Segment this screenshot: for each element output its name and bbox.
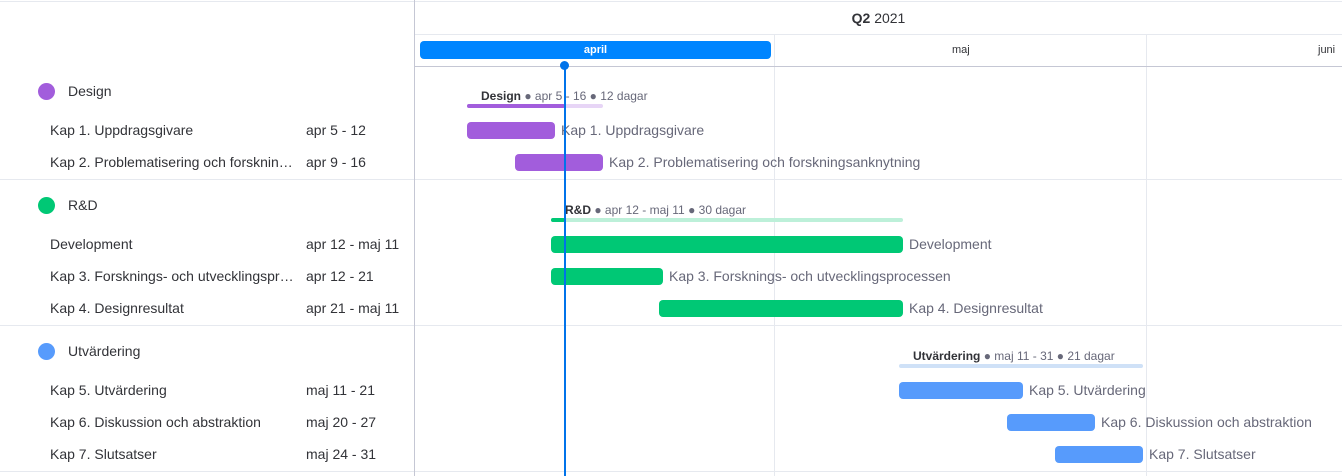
summary-details: ● apr 12 - maj 11 ● 30 dagar bbox=[591, 203, 747, 217]
task-dates: apr 5 - 12 bbox=[306, 122, 366, 138]
task-table: Design Kap 1. Uppdragsgivare apr 5 - 12 … bbox=[0, 0, 414, 476]
task-bar-label: Kap 5. Utvärdering bbox=[1029, 382, 1146, 398]
task-bar-label: Kap 7. Slutsatser bbox=[1149, 446, 1256, 462]
task-bar-label: Kap 1. Uppdragsgivare bbox=[561, 122, 705, 138]
task-dates: maj 24 - 31 bbox=[306, 446, 377, 462]
group-header-design[interactable]: Design bbox=[0, 71, 414, 111]
group-summary-bar[interactable] bbox=[467, 104, 603, 108]
group-color-dot bbox=[38, 342, 55, 360]
table-row[interactable]: Kap 1. Uppdragsgivare apr 5 - 12 bbox=[0, 115, 414, 147]
group-summary-bar[interactable] bbox=[899, 364, 1143, 368]
summary-title: R&D bbox=[565, 203, 591, 217]
quarter-name: Q2 bbox=[851, 10, 871, 26]
group-divider bbox=[415, 471, 1342, 472]
group-divider bbox=[0, 179, 414, 180]
month-gridline bbox=[774, 35, 775, 476]
task-bar[interactable] bbox=[551, 236, 903, 253]
divider bbox=[415, 1, 1342, 2]
group-name: Design bbox=[68, 83, 112, 99]
today-marker-line bbox=[564, 66, 566, 476]
gantt-timeline: Q2 2021 april maj juni Design ● apr 5 - … bbox=[415, 0, 1342, 476]
task-name: Kap 4. Designresultat bbox=[50, 300, 184, 316]
task-bar-label: Kap 6. Diskussion och abstraktion bbox=[1101, 414, 1312, 430]
summary-title: Utvärdering bbox=[913, 349, 981, 363]
task-dates: maj 11 - 21 bbox=[306, 382, 375, 398]
table-row[interactable]: Development apr 12 - maj 11 bbox=[0, 229, 414, 261]
task-name: Kap 3. Forsknings- och utvecklingsproces… bbox=[50, 268, 296, 284]
task-dates: apr 12 - maj 11 bbox=[306, 236, 400, 252]
table-row[interactable]: Kap 3. Forsknings- och utvecklingsproces… bbox=[0, 261, 414, 293]
group-summary-label: Utvärdering ● maj 11 - 31 ● 21 dagar bbox=[913, 349, 1115, 363]
task-bar[interactable] bbox=[467, 122, 555, 139]
task-bar[interactable] bbox=[1007, 414, 1095, 431]
table-row[interactable]: Kap 6. Diskussion och abstraktion maj 20… bbox=[0, 407, 414, 439]
table-row[interactable]: Kap 2. Problematisering och forskningsan… bbox=[0, 147, 414, 179]
month-may[interactable]: maj bbox=[952, 44, 970, 56]
month-june[interactable]: juni bbox=[1318, 44, 1335, 56]
group-color-dot bbox=[38, 196, 55, 214]
task-bar-label: Kap 2. Problematisering och forskningsan… bbox=[609, 154, 921, 170]
group-name: R&D bbox=[68, 197, 98, 213]
task-bar-label: Kap 4. Designresultat bbox=[909, 300, 1043, 316]
today-marker-dot bbox=[560, 61, 569, 70]
table-row[interactable]: Kap 7. Slutsatser maj 24 - 31 bbox=[0, 439, 414, 471]
group-header-rnd[interactable]: R&D bbox=[0, 185, 414, 225]
group-divider bbox=[0, 471, 414, 472]
summary-details: ● apr 5 - 16 ● 12 dagar bbox=[521, 89, 648, 103]
group-name: Utvärdering bbox=[68, 343, 141, 359]
header-divider bbox=[415, 66, 1342, 67]
summary-title: Design bbox=[481, 89, 522, 103]
divider bbox=[415, 34, 1342, 35]
task-bar[interactable] bbox=[659, 300, 903, 317]
task-name: Kap 6. Diskussion och abstraktion bbox=[50, 414, 261, 430]
task-dates: apr 12 - 21 bbox=[306, 268, 374, 284]
task-dates: apr 21 - maj 11 bbox=[306, 300, 400, 316]
month-april-selected[interactable]: april bbox=[420, 41, 771, 59]
group-header-utvardering[interactable]: Utvärdering bbox=[0, 331, 414, 371]
group-divider bbox=[0, 325, 414, 326]
task-bar-label: Development bbox=[909, 236, 992, 252]
task-name: Kap 2. Problematisering och forskningsan… bbox=[50, 154, 296, 170]
task-dates: maj 20 - 27 bbox=[306, 414, 377, 430]
group-summary-label: R&D ● apr 12 - maj 11 ● 30 dagar bbox=[565, 203, 746, 217]
quarter-year: 2021 bbox=[874, 10, 906, 26]
task-bar[interactable] bbox=[515, 154, 603, 171]
task-bar-label: Kap 3. Forsknings- och utvecklingsproces… bbox=[669, 268, 951, 284]
group-progress bbox=[551, 218, 565, 222]
table-row[interactable]: Kap 5. Utvärdering maj 11 - 21 bbox=[0, 375, 414, 407]
task-name: Kap 5. Utvärdering bbox=[50, 382, 167, 398]
task-bar[interactable] bbox=[899, 382, 1023, 399]
group-summary-bar[interactable] bbox=[551, 218, 903, 222]
task-name: Development bbox=[50, 236, 133, 252]
group-divider bbox=[415, 325, 1342, 326]
month-gridline bbox=[1146, 35, 1147, 476]
task-dates: apr 9 - 16 bbox=[306, 154, 366, 170]
task-bar[interactable] bbox=[1055, 446, 1143, 463]
task-name: Kap 7. Slutsatser bbox=[50, 446, 157, 462]
quarter-label: Q2 2021 bbox=[415, 10, 1342, 26]
group-progress bbox=[467, 104, 565, 108]
summary-details: ● maj 11 - 31 ● 21 dagar bbox=[980, 349, 1115, 363]
task-bar[interactable] bbox=[551, 268, 663, 285]
group-color-dot bbox=[38, 82, 55, 100]
task-name: Kap 1. Uppdragsgivare bbox=[50, 122, 194, 138]
table-row[interactable]: Kap 4. Designresultat apr 21 - maj 11 bbox=[0, 293, 414, 325]
divider bbox=[0, 1, 414, 2]
group-divider bbox=[415, 179, 1342, 180]
